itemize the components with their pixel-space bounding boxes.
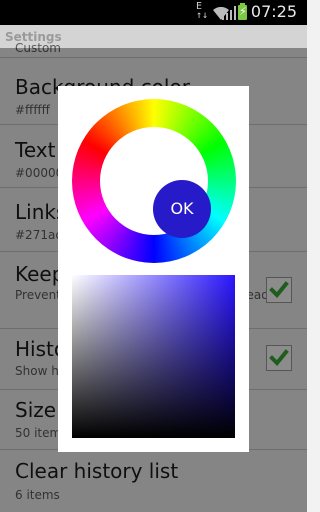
status-bar: E ↑↓ ⚡ 07:25: [0, 0, 307, 25]
ok-button[interactable]: OK: [153, 180, 211, 238]
network-type-icon: E ↑↓: [196, 1, 209, 21]
color-picker-dialog: OK: [58, 86, 249, 452]
saturation-value-square[interactable]: [72, 275, 235, 438]
battery-icon: ⚡: [238, 3, 247, 20]
clock: 07:25: [250, 2, 297, 21]
cell-signal-icon: [222, 6, 236, 20]
hue-wheel[interactable]: OK: [72, 99, 236, 263]
hue-wheel-center: OK: [100, 127, 211, 238]
